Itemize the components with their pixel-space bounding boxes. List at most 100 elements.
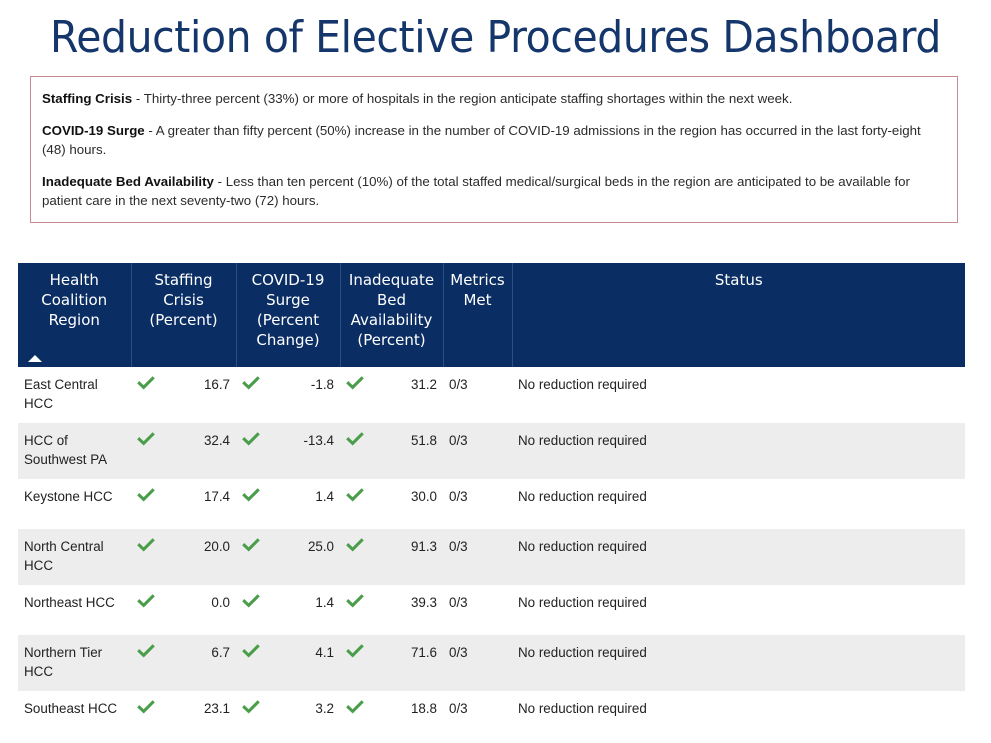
check-icon — [344, 592, 366, 610]
cell-covid-19-surge-value: 4.1 — [315, 644, 334, 660]
column-header-label: Health Coalition Region — [41, 271, 108, 329]
cell-status: No reduction required — [512, 422, 965, 479]
table-row[interactable]: HCC of Southwest PA 32.4 -13.4 51.8 0/3 … — [18, 422, 965, 479]
cell-region: Keystone HCC — [18, 478, 131, 529]
check-icon — [240, 374, 262, 392]
cell-covid-19-surge: 3.2 — [236, 690, 340, 741]
cell-covid-19-surge: -1.8 — [236, 367, 340, 423]
cell-region: Northern Tier HCC — [18, 634, 131, 691]
cell-covid-19-surge: 4.1 — [236, 634, 340, 691]
table-row[interactable]: East Central HCC 16.7 -1.8 31.2 0/3 No r… — [18, 367, 965, 423]
cell-covid-19-surge-value: 25.0 — [307, 538, 334, 554]
criteria-term-covid-surge: COVID-19 Surge — [42, 122, 145, 138]
cell-status: No reduction required — [512, 528, 965, 585]
cell-metrics-met: 0/3 — [443, 422, 512, 479]
cell-staffing-crisis: 16.7 — [131, 367, 236, 423]
check-icon — [135, 592, 157, 610]
table-body: East Central HCC 16.7 -1.8 31.2 0/3 No r… — [18, 367, 965, 741]
cell-staffing-crisis-value: 32.4 — [203, 432, 230, 448]
cell-region: North Central HCC — [18, 528, 131, 585]
cell-staffing-crisis-value: 16.7 — [203, 377, 230, 392]
cell-staffing-crisis-value: 23.1 — [203, 700, 230, 716]
cell-inadequate-bed-availability-value: 51.8 — [410, 432, 437, 448]
column-header-metrics-met[interactable]: Metrics Met — [443, 263, 513, 367]
check-icon — [135, 486, 157, 504]
cell-inadequate-bed-availability-value: 30.0 — [410, 488, 437, 504]
column-header-inadequate-bed-availability[interactable]: Inadequate Bed Availability (Percent) — [340, 263, 444, 367]
column-header-staffing-crisis[interactable]: Staffing Crisis (Percent) — [131, 263, 237, 367]
cell-inadequate-bed-availability: 39.3 — [340, 584, 443, 635]
check-icon — [135, 642, 157, 660]
cell-region: Northeast HCC — [18, 584, 131, 635]
cell-covid-19-surge-value: 3.2 — [315, 700, 334, 716]
dashboard-table: Health Coalition Region Staffing Crisis … — [18, 263, 965, 741]
cell-inadequate-bed-availability: 91.3 — [340, 528, 443, 585]
cell-staffing-crisis: 20.0 — [131, 528, 236, 585]
check-icon — [240, 592, 262, 610]
table-row[interactable]: Northeast HCC 0.0 1.4 39.3 0/3 No reduct… — [18, 584, 965, 635]
cell-staffing-crisis: 17.4 — [131, 478, 236, 529]
cell-covid-19-surge: 25.0 — [236, 528, 340, 585]
cell-covid-19-surge: -13.4 — [236, 422, 340, 479]
cell-metrics-met: 0/3 — [443, 584, 512, 635]
cell-covid-19-surge: 1.4 — [236, 478, 340, 529]
cell-staffing-crisis-value: 20.0 — [203, 538, 230, 554]
table-row[interactable]: Keystone HCC 17.4 1.4 30.0 0/3 No reduct… — [18, 478, 965, 529]
cell-status: No reduction required — [512, 584, 965, 635]
cell-staffing-crisis-value: 17.4 — [203, 488, 230, 504]
criteria-alert-box: Staffing Crisis - Thirty-three percent (… — [30, 76, 958, 224]
cell-staffing-crisis: 0.0 — [131, 584, 236, 635]
criteria-item-covid-surge: COVID-19 Surge - A greater than fifty pe… — [42, 122, 943, 160]
check-icon — [344, 374, 366, 392]
cell-status: No reduction required — [512, 367, 965, 423]
column-header-health-coalition-region[interactable]: Health Coalition Region — [18, 263, 132, 367]
check-icon — [344, 486, 366, 504]
check-icon — [344, 698, 366, 716]
cell-staffing-crisis: 32.4 — [131, 422, 236, 479]
check-icon — [135, 698, 157, 716]
cell-metrics-met: 0/3 — [443, 478, 512, 529]
cell-inadequate-bed-availability-value: 91.3 — [410, 538, 437, 554]
table-header-row: Health Coalition Region Staffing Crisis … — [18, 263, 965, 367]
check-icon — [344, 642, 366, 660]
table-row[interactable]: Northern Tier HCC 6.7 4.1 71.6 0/3 No re… — [18, 634, 965, 691]
criteria-item-inadequate-bed-availability: Inadequate Bed Availability - Less than … — [42, 173, 943, 211]
table-row[interactable]: Southeast HCC 23.1 3.2 18.8 0/3 No reduc… — [18, 690, 965, 741]
criteria-term-inadequate-bed-availability: Inadequate Bed Availability — [42, 173, 214, 189]
criteria-item-staffing-crisis: Staffing Crisis - Thirty-three percent (… — [42, 90, 943, 109]
cell-region: East Central HCC — [18, 367, 131, 423]
cell-metrics-met: 0/3 — [443, 690, 512, 741]
check-icon — [240, 536, 262, 554]
sort-ascending-icon[interactable] — [28, 355, 42, 362]
cell-staffing-crisis-value: 0.0 — [211, 594, 230, 610]
check-icon — [135, 536, 157, 554]
criteria-text-covid-surge: - A greater than fifty percent (50%) inc… — [42, 122, 921, 157]
cell-inadequate-bed-availability-value: 31.2 — [410, 377, 437, 392]
table-row[interactable]: North Central HCC 20.0 25.0 91.3 0/3 No … — [18, 528, 965, 585]
cell-inadequate-bed-availability-value: 18.8 — [410, 700, 437, 716]
cell-covid-19-surge: 1.4 — [236, 584, 340, 635]
dashboard-table-container: Health Coalition Region Staffing Crisis … — [18, 263, 965, 741]
check-icon — [135, 430, 157, 448]
cell-inadequate-bed-availability: 71.6 — [340, 634, 443, 691]
cell-covid-19-surge-value: 1.4 — [315, 594, 334, 610]
cell-region: Southeast HCC — [18, 690, 131, 741]
cell-status: No reduction required — [512, 478, 965, 529]
check-icon — [240, 698, 262, 716]
cell-region: HCC of Southwest PA — [18, 422, 131, 479]
column-header-covid-19-surge[interactable]: COVID-19 Surge (Percent Change) — [236, 263, 341, 367]
cell-metrics-met: 0/3 — [443, 528, 512, 585]
cell-inadequate-bed-availability: 51.8 — [340, 422, 443, 479]
cell-inadequate-bed-availability: 30.0 — [340, 478, 443, 529]
criteria-text-staffing-crisis: - Thirty-three percent (33%) or more of … — [132, 91, 793, 106]
cell-status: No reduction required — [512, 634, 965, 691]
cell-staffing-crisis: 23.1 — [131, 690, 236, 741]
check-icon — [240, 486, 262, 504]
cell-covid-19-surge-value: 1.4 — [315, 488, 334, 504]
cell-staffing-crisis: 6.7 — [131, 634, 236, 691]
cell-metrics-met: 0/3 — [443, 367, 512, 423]
column-header-status[interactable]: Status — [512, 263, 965, 367]
check-icon — [135, 374, 157, 392]
cell-covid-19-surge-value: -1.8 — [310, 377, 334, 392]
criteria-term-staffing-crisis: Staffing Crisis — [42, 91, 133, 106]
